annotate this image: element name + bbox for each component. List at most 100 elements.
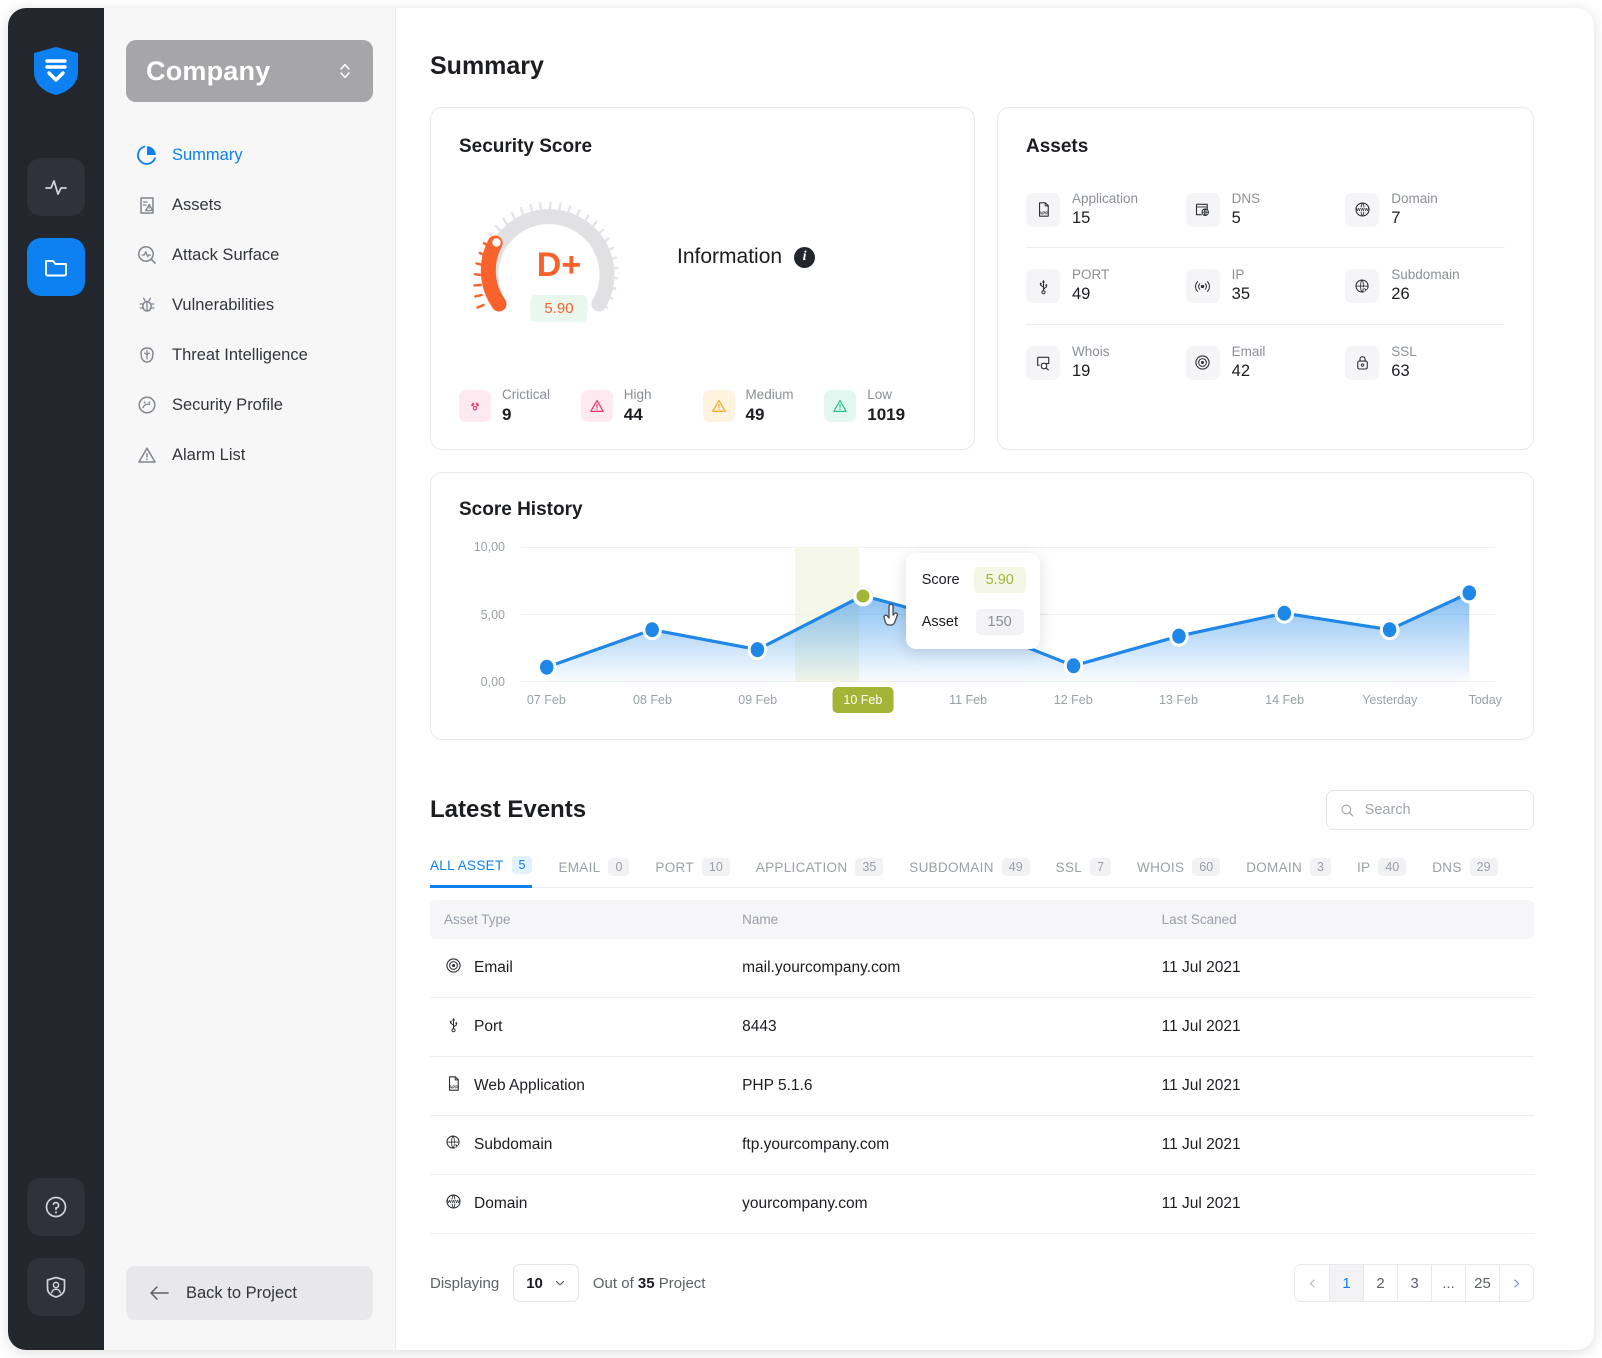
chart-selected-point[interactable]: [853, 586, 873, 606]
x-tick-label[interactable]: 07 Feb: [527, 693, 566, 707]
severity-label: Medium: [745, 387, 794, 402]
x-tick-label[interactable]: 13 Feb: [1159, 693, 1198, 707]
asset-port[interactable]: PORT 49: [1026, 266, 1186, 305]
sidebar-item-threat-intelligence[interactable]: Threat Intelligence: [126, 332, 373, 378]
table-row[interactable]: Port 8443 11 Jul 2021: [430, 997, 1534, 1058]
tab-label: SSL: [1055, 859, 1083, 875]
pagination-page-2[interactable]: 2: [1363, 1265, 1397, 1302]
sidebar-item-attack-surface[interactable]: Attack Surface: [126, 232, 373, 278]
asset-domain[interactable]: WWW Domain 7: [1345, 190, 1505, 229]
tab-label: ALL ASSET: [430, 857, 504, 873]
asset-application[interactable]: APP Application 15: [1026, 190, 1186, 229]
tab-count: 60: [1192, 858, 1221, 877]
tab-port[interactable]: PORT 10: [655, 858, 730, 887]
column-header-last-scanned: Last Scaned: [1147, 900, 1534, 940]
table-row[interactable]: Email mail.yourcompany.com 11 Jul 2021: [430, 939, 1534, 999]
tab-ip[interactable]: IP 40: [1357, 858, 1407, 887]
tab-count: 3: [1310, 858, 1331, 877]
chart-plot: Score 5.90 Asset 150: [521, 547, 1495, 683]
radiation-icon: [459, 389, 491, 422]
tab-subdomain[interactable]: SUBDOMAIN 49: [909, 858, 1030, 887]
asset-ip[interactable]: IP 35: [1185, 266, 1346, 305]
pagination-prev[interactable]: [1295, 1265, 1329, 1301]
search-input[interactable]: [1364, 802, 1520, 819]
latest-events-title: Latest Events: [430, 796, 587, 824]
cell-asset-type: Domain: [474, 1195, 528, 1213]
gauge-face-icon: [136, 394, 158, 416]
tab-whois[interactable]: WHOIS 60: [1137, 858, 1221, 887]
cell-last-scanned: 11 Jul 2021: [1147, 1174, 1534, 1235]
asset-ssl[interactable]: SSL 63: [1345, 343, 1505, 382]
pagination-page-1[interactable]: 1: [1329, 1265, 1363, 1302]
sidebar-item-label: Alarm List: [172, 445, 246, 464]
page-size-select[interactable]: 10: [513, 1264, 579, 1303]
info-icon[interactable]: i: [794, 246, 816, 268]
tab-application[interactable]: APPLICATION 35: [756, 858, 884, 887]
rail-button-help[interactable]: [27, 1178, 85, 1236]
company-selector[interactable]: Company: [126, 40, 373, 102]
at-sign-icon: [1185, 345, 1220, 380]
asset-count: 49: [1072, 285, 1091, 304]
back-to-project-button[interactable]: Back to Project: [126, 1266, 373, 1320]
security-score-card: Security Score D+ 5.90 Information i Cri…: [430, 107, 975, 451]
out-of-prefix: Out of: [592, 1274, 634, 1292]
tab-email[interactable]: EMAIL 0: [558, 858, 630, 887]
sidebar-item-assets[interactable]: Assets: [126, 182, 373, 228]
app-window: Company Summary Assets Attack Surface Vu…: [8, 8, 1594, 1350]
tab-dns[interactable]: DNS 29: [1432, 858, 1498, 887]
pagination-page-3[interactable]: 3: [1397, 1265, 1431, 1302]
asset-count: 35: [1231, 285, 1250, 304]
sidebar-item-vulnerabilities[interactable]: Vulnerabilities: [126, 282, 373, 328]
rail-button-projects[interactable]: [27, 238, 85, 296]
asset-whois[interactable]: Whois 19: [1026, 343, 1186, 382]
search-box[interactable]: [1326, 790, 1534, 831]
information-label: Information: [677, 245, 783, 268]
x-tick-label[interactable]: 12 Feb: [1054, 693, 1093, 707]
rail-button-activity[interactable]: [27, 158, 85, 216]
tab-all-asset[interactable]: ALL ASSET 5: [430, 856, 533, 889]
tab-label: PORT: [655, 859, 694, 875]
severity-label: Low: [867, 387, 893, 402]
assets-row: Whois 19 Email 42 SSL 63: [1026, 323, 1505, 400]
sidebar-item-security-profile[interactable]: Security Profile: [126, 382, 373, 428]
pagination-page-last[interactable]: 25: [1465, 1265, 1499, 1302]
tab-domain[interactable]: DOMAIN 3: [1246, 858, 1331, 887]
app-file-icon: APP: [444, 1074, 463, 1098]
sidebar-item-label: Summary: [172, 145, 243, 164]
sidebar-item-label: Attack Surface: [172, 245, 280, 264]
x-tick-label[interactable]: 14 Feb: [1265, 693, 1304, 707]
asset-email[interactable]: Email 42: [1185, 343, 1346, 382]
asset-count: 5: [1231, 209, 1241, 227]
x-tick-label-selected[interactable]: 10 Feb: [832, 687, 894, 714]
x-tick-label[interactable]: 09 Feb: [738, 693, 777, 707]
lock-icon: [1345, 345, 1380, 380]
chart-tooltip: Score 5.90 Asset 150: [905, 553, 1040, 650]
table-row[interactable]: WWW Domain yourcompany.com 11 Jul 2021: [430, 1174, 1534, 1235]
tab-ssl[interactable]: SSL 7: [1055, 858, 1112, 887]
cell-asset-type: Email: [474, 959, 513, 977]
x-tick-label[interactable]: Yesterday: [1362, 693, 1417, 707]
sidebar-item-summary[interactable]: Summary: [126, 132, 373, 178]
alert-triangle-icon: [702, 389, 735, 422]
severity-count: 44: [623, 405, 643, 424]
x-tick-label[interactable]: 11 Feb: [949, 693, 987, 707]
svg-text:APP: APP: [449, 1085, 458, 1090]
pagination-next[interactable]: [1499, 1265, 1533, 1302]
x-tick-label[interactable]: 08 Feb: [633, 693, 672, 707]
asset-subdomain[interactable]: Subdomain 26: [1345, 266, 1505, 305]
table-row[interactable]: APP Web Application PHP 5.1.6 11 Jul 202…: [430, 1056, 1534, 1117]
tooltip-score-value: 5.90: [973, 567, 1026, 594]
rail-button-profile[interactable]: [27, 1258, 85, 1316]
assets-title: Assets: [1026, 136, 1089, 157]
pagination: 1 2 3 ... 25: [1294, 1264, 1534, 1303]
table-row[interactable]: Subdomain ftp.yourcompany.com 11 Jul 202…: [430, 1115, 1534, 1176]
cell-name: 8443: [728, 997, 1148, 1058]
tooltip-asset-line: Asset 150: [922, 609, 1024, 636]
sidebar-item-alarm-list[interactable]: Alarm List: [126, 432, 373, 478]
asset-count: 42: [1231, 361, 1250, 380]
asset-label: Domain: [1391, 191, 1438, 206]
x-tick-label[interactable]: Today: [1469, 693, 1502, 707]
asset-dns[interactable]: DNS 5: [1185, 190, 1346, 229]
severity-count: 9: [502, 405, 512, 424]
